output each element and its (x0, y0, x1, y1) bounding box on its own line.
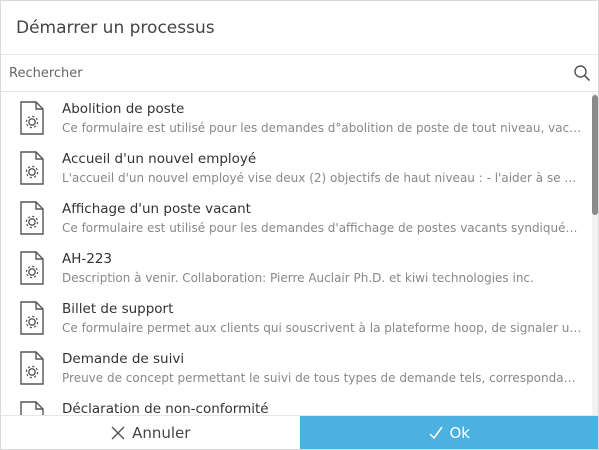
dialog-footer: Annuler Ok (1, 415, 598, 449)
process-item-abolition-de-poste[interactable]: Abolition de poste Ce formulaire est uti… (1, 93, 598, 143)
start-process-dialog: Démarrer un processus Abolition de poste… (0, 0, 599, 450)
process-list: Abolition de poste Ce formulaire est uti… (1, 93, 598, 416)
process-title: Demande de suivi (62, 351, 185, 367)
search-bar (1, 55, 598, 92)
process-item-declaration-non-conformite[interactable]: Déclaration de non-conformité (1, 393, 598, 416)
process-item-affichage-poste-vacant[interactable]: Affichage d'un poste vacant Ce formulair… (1, 193, 598, 243)
process-title: Billet de support (62, 301, 174, 317)
list-scrollbar[interactable] (592, 93, 598, 416)
dialog-title: Démarrer un processus (16, 17, 215, 38)
search-icon[interactable] (572, 63, 592, 83)
process-item-accueil-nouvel-employe[interactable]: Accueil d'un nouvel employé L'accueil d'… (1, 143, 598, 193)
process-description: L'accueil d'un nouvel employé vise deux … (62, 171, 582, 185)
process-description: Ce formulaire est utilisé pour les deman… (62, 121, 582, 135)
document-gear-icon (20, 301, 44, 335)
process-title: Déclaration de non-conformité (62, 401, 269, 416)
process-title: AH-223 (62, 251, 113, 267)
ok-label: Ok (449, 423, 471, 442)
process-title: Abolition de poste (62, 101, 185, 117)
scrollbar-thumb[interactable] (592, 95, 598, 215)
document-gear-icon (20, 251, 44, 285)
dialog-header: Démarrer un processus (1, 1, 598, 55)
document-gear-icon (20, 401, 44, 416)
document-gear-icon (20, 351, 44, 385)
cancel-button[interactable]: Annuler (1, 416, 300, 449)
document-gear-icon (20, 101, 44, 135)
process-title: Affichage d'un poste vacant (62, 201, 251, 217)
process-item-billet-de-support[interactable]: Billet de support Ce formulaire permet a… (1, 293, 598, 343)
document-gear-icon (20, 201, 44, 235)
process-item-demande-de-suivi[interactable]: Demande de suivi Preuve de concept perme… (1, 343, 598, 393)
ok-button[interactable]: Ok (299, 416, 598, 449)
document-gear-icon (20, 151, 44, 185)
process-item-ah-223[interactable]: AH-223 Description à venir. Collaboratio… (1, 243, 598, 293)
cancel-label: Annuler (132, 423, 191, 442)
process-title: Accueil d'un nouvel employé (62, 151, 257, 167)
process-description: Ce formulaire permet aux clients qui sou… (62, 321, 582, 335)
search-input[interactable] (7, 64, 572, 82)
process-description: Preuve de concept permettant le suivi de… (62, 371, 582, 385)
process-description: Description à venir. Collaboration: Pier… (62, 271, 534, 285)
checkmark-icon (428, 426, 443, 439)
close-icon (111, 426, 125, 439)
process-description: Ce formulaire est utilisé pour les deman… (62, 221, 582, 235)
